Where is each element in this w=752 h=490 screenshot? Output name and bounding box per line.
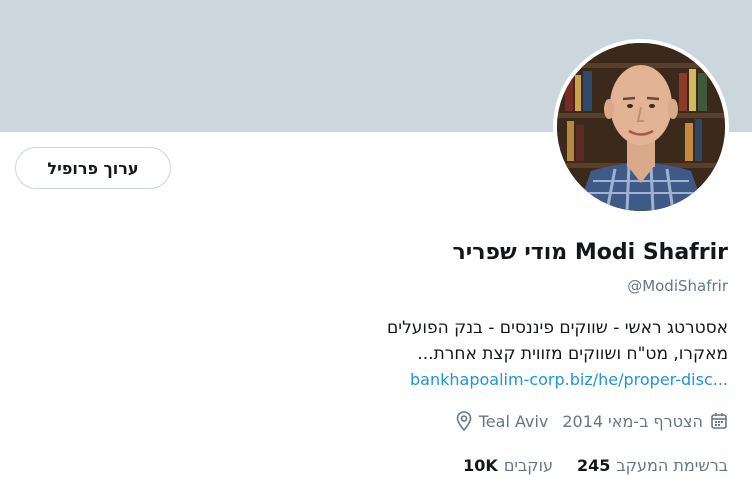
followers-count: 10K — [463, 456, 498, 475]
followers-count-link[interactable]: עוקבים 10K — [463, 456, 553, 475]
profile-meta: הצטרף ב-מאי 2014 Teal Aviv — [456, 411, 728, 431]
avatar-border — [553, 39, 729, 215]
bio-website-link[interactable]: bankhapoalim-corp.biz/he/proper-disc... — [308, 367, 728, 393]
profile-bio: אסטרטג ראשי - שווקים פיננסים - בנק הפועל… — [308, 315, 728, 393]
following-count: 245 — [576, 456, 611, 475]
edit-profile-button[interactable]: ערוך פרופיל — [15, 147, 171, 189]
join-date-text: הצטרף ב-מאי 2014 — [562, 411, 703, 431]
location: Teal Aviv — [456, 411, 549, 431]
bio-line-1: אסטרטג ראשי - שווקים פיננסים - בנק הפועל… — [387, 318, 728, 338]
following-count-link[interactable]: ברשימת המעקב 245 — [577, 456, 728, 475]
following-label: ברשימת המעקב — [616, 456, 728, 475]
username-handle: @ModiShafrir — [627, 277, 728, 295]
bio-line-2: מאקרו, מט"ח ושווקים מזווית קצת אחרת... — [417, 344, 728, 364]
location-text: Teal Aviv — [478, 411, 549, 431]
followers-label: עוקבים — [503, 456, 553, 475]
display-name: Modi Shafrir מודי שפריר — [452, 240, 728, 265]
join-date: הצטרף ב-מאי 2014 — [562, 412, 728, 431]
avatar[interactable] — [557, 43, 725, 211]
follow-counts: ברשימת המעקב 245 עוקבים 10K — [463, 456, 728, 475]
calendar-icon — [710, 412, 728, 430]
location-pin-icon — [456, 411, 472, 431]
